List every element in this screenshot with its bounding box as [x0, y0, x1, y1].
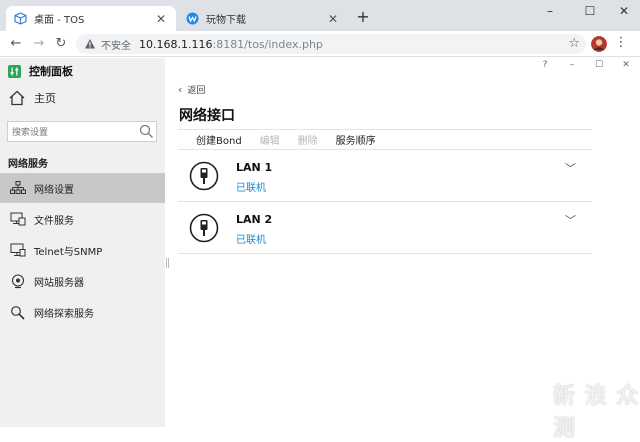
close-window-button[interactable]: ✕ [610, 2, 638, 20]
url-host: 10.168.1.116 [139, 37, 213, 51]
chevron-down-icon[interactable]: ﹀ [565, 212, 576, 228]
browser-tab-wanwu[interactable]: 玩物下载 ✕ [178, 6, 348, 31]
browser-toolbar: ← → ↻ 不安全 10.168.1.116 :8181/tos/index.p… [0, 31, 640, 57]
tab-title: 玩物下载 [206, 15, 246, 26]
interface-status: 已联机 [236, 183, 266, 194]
sidebar-item-telnet-snmp[interactable]: Telnet与SNMP [0, 235, 165, 265]
sidebar-item-home[interactable]: 主页 [8, 88, 56, 108]
control-panel-logo-icon [8, 64, 21, 78]
tab-title: 桌面 - TOS [34, 15, 85, 26]
maximize-window-button[interactable]: ☐ [576, 2, 604, 20]
sidebar-item-label: 文件服务 [34, 215, 74, 227]
interface-name: LAN 1 [236, 161, 273, 174]
tab-close-icon[interactable]: ✕ [154, 12, 168, 26]
ethernet-port-icon [189, 161, 219, 191]
tab-close-icon[interactable]: ✕ [326, 12, 340, 26]
panel-maximize-button[interactable]: ☐ [592, 59, 606, 71]
panel-minimize-button[interactable]: – [565, 59, 579, 71]
interface-row-lan2[interactable]: LAN 2 已联机 ﹀ [178, 202, 592, 254]
warning-icon [85, 39, 95, 49]
sidebar-item-web-server[interactable]: 网站服务器 [0, 266, 165, 296]
chevron-down-icon[interactable]: ﹀ [565, 160, 576, 176]
security-label: 不安全 [101, 40, 131, 52]
file-service-icon [10, 212, 26, 226]
page-title: 网络接口 [179, 108, 235, 124]
reload-icon[interactable]: ↻ [52, 35, 70, 53]
url-path: :8181/tos/index.php [212, 37, 323, 51]
browser-tab-tos[interactable]: 桌面 - TOS ✕ [6, 6, 176, 31]
wanwu-logo-icon [186, 12, 199, 25]
watermark: 新 浪 众 测 [553, 384, 640, 441]
action-bar: 创建Bond 编辑 删除 服务顺序 [178, 129, 592, 150]
home-icon [9, 90, 25, 106]
help-button[interactable]: ? [538, 59, 552, 71]
avatar[interactable] [591, 36, 607, 52]
sidebar-item-label: Telnet与SNMP [34, 246, 103, 258]
search-placeholder: 搜索设置 [12, 128, 49, 138]
interface-name: LAN 2 [236, 213, 273, 226]
sidebar-item-network-discovery[interactable]: 网络探索服务 [0, 297, 165, 327]
panel-close-button[interactable]: ✕ [619, 59, 633, 71]
tab-strip: 桌面 - TOS ✕ 玩物下载 ✕ + – ☐ ✕ [0, 0, 640, 31]
address-bar[interactable]: 不安全 10.168.1.116 :8181/tos/index.php ☆ [76, 34, 586, 54]
create-bond-button[interactable]: 创建Bond [196, 132, 242, 147]
sidebar-group-title: 网络服务 [8, 159, 48, 170]
discovery-icon [11, 305, 25, 320]
box-icon [14, 12, 27, 25]
terminal-icon [10, 243, 26, 257]
search-icon[interactable] [139, 124, 154, 139]
ethernet-port-icon [189, 213, 219, 243]
edit-button[interactable]: 编辑 [260, 132, 280, 147]
sidebar-item-file-service[interactable]: 文件服务 [0, 204, 165, 234]
sidebar-item-label: 网站服务器 [34, 277, 84, 289]
chevron-left-icon: ‹ [178, 83, 183, 96]
bookmark-star-icon[interactable]: ☆ [568, 36, 580, 51]
interface-row-lan1[interactable]: LAN 1 已联机 ﹀ [178, 150, 592, 202]
network-icon [10, 181, 26, 194]
new-tab-button[interactable]: + [354, 9, 372, 27]
settings-search-input[interactable]: 搜索设置 [7, 121, 157, 142]
back-arrow-icon[interactable]: ← [7, 35, 25, 53]
app-header: 控制面板 [8, 64, 73, 78]
avatar-image [591, 36, 607, 52]
interface-status: 已联机 [236, 235, 266, 246]
sidebar-item-label: 网络探索服务 [34, 308, 94, 320]
sidebar-resize-handle[interactable] [166, 258, 169, 268]
app-title: 控制面板 [29, 65, 73, 78]
sidebar-item-label: 网络设置 [34, 184, 74, 196]
back-link[interactable]: ‹ 返回 [178, 83, 205, 96]
back-label: 返回 [187, 86, 206, 96]
sidebar-item-network-settings[interactable]: 网络设置 [0, 173, 165, 203]
minimize-window-button[interactable]: – [536, 2, 564, 20]
forward-arrow-icon[interactable]: → [30, 35, 48, 53]
browser-menu-icon[interactable]: ⋮ [614, 33, 628, 53]
delete-button[interactable]: 删除 [298, 132, 318, 147]
service-order-button[interactable]: 服务顺序 [336, 132, 376, 147]
web-server-icon [11, 273, 25, 288]
home-label: 主页 [34, 92, 56, 105]
